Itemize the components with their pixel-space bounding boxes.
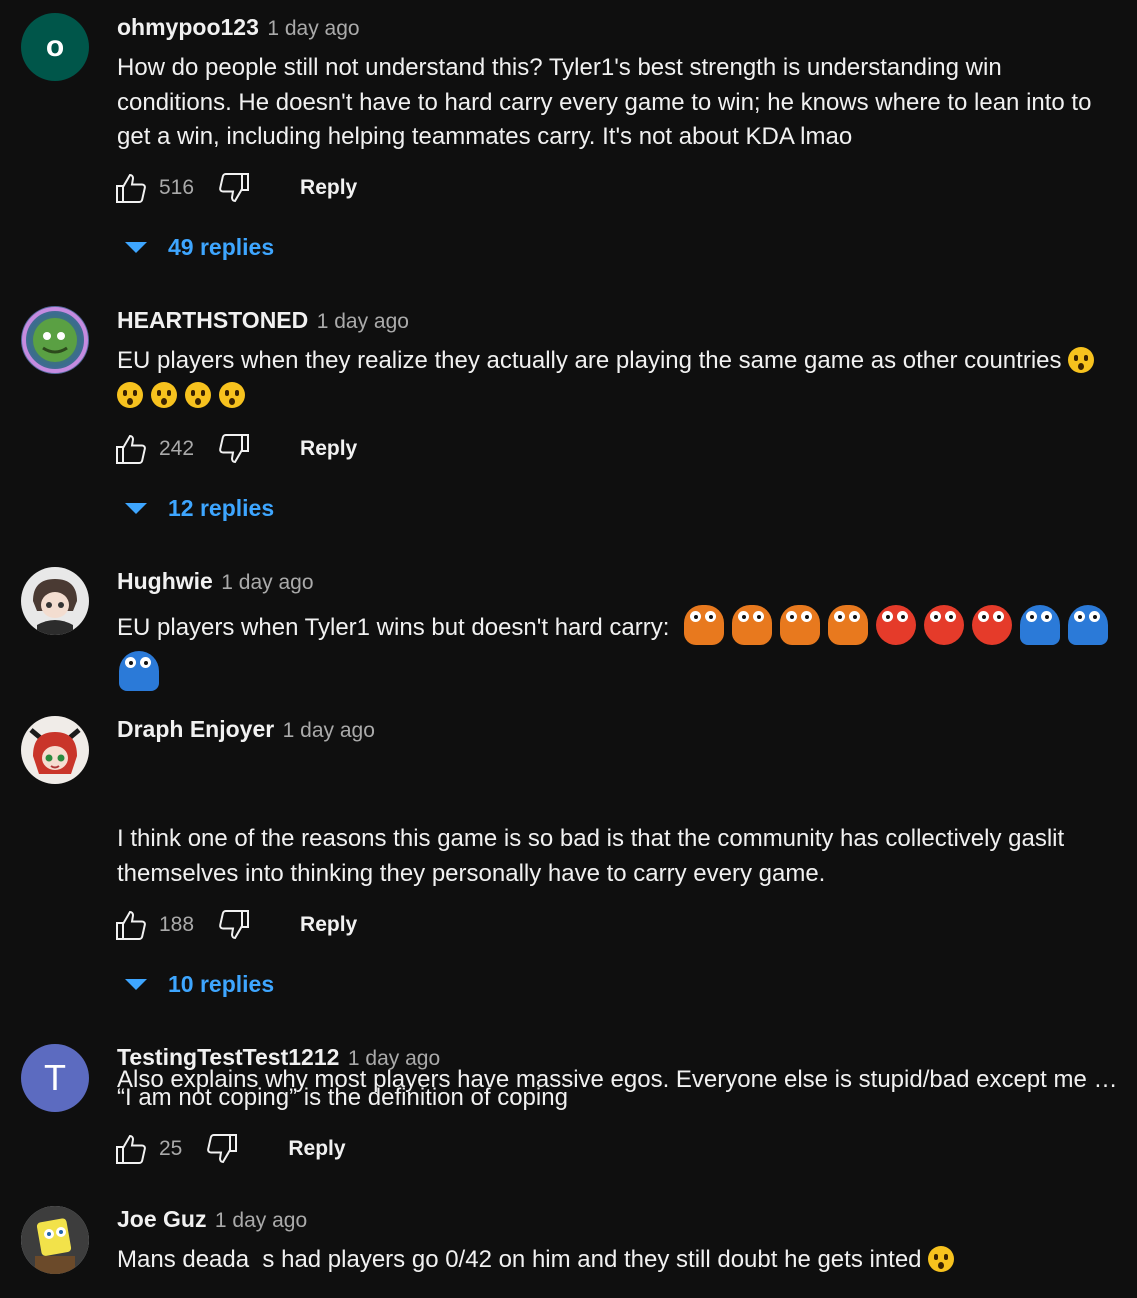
like-count: 25	[159, 1137, 183, 1160]
timestamp[interactable]: 1 day ago	[267, 17, 359, 40]
replies-count-label: 49 replies	[168, 233, 275, 260]
chevron-down-icon	[125, 502, 147, 514]
avatar-letter: o	[45, 30, 65, 63]
timestamp[interactable]: 1 day ago	[348, 1047, 440, 1070]
blue-creature-sticker-icon	[1020, 605, 1061, 645]
blue-creature-sticker-icon	[119, 651, 159, 691]
comment-header: TestingTestTest1212 1 day ago	[117, 1044, 440, 1071]
comment-text-body: Mans deada s had players go 0/42 on him …	[117, 1246, 922, 1273]
orange-shock-sticker-icon	[732, 605, 773, 645]
avatar[interactable]: T	[21, 1044, 89, 1112]
avatar[interactable]: o	[21, 13, 89, 81]
avatar[interactable]	[21, 1206, 89, 1274]
comment-header: HEARTHSTONED 1 day ago	[117, 307, 409, 334]
author-name[interactable]: Joe Guz	[117, 1206, 206, 1232]
comment-actions: 188 Reply	[113, 905, 357, 945]
replies-count-label: 12 replies	[168, 494, 275, 521]
comment-actions: 516 Reply	[113, 168, 357, 208]
reply-button[interactable]: Reply	[288, 1137, 345, 1161]
comment-text-body: EU players when they realize they actual…	[117, 347, 1062, 374]
reply-button[interactable]: Reply	[300, 437, 357, 461]
astonished-face-emoji-icon	[219, 381, 245, 408]
chevron-down-icon	[125, 978, 147, 990]
red-hair-anime-avatar-icon	[29, 728, 81, 774]
astonished-face-emoji-icon	[117, 381, 143, 408]
comment-actions: 242 Reply	[113, 429, 357, 469]
thumbs-down-icon[interactable]	[216, 431, 252, 467]
like-count: 188	[159, 913, 195, 936]
timestamp[interactable]: 1 day ago	[215, 1209, 307, 1232]
replies-count-label: 10 replies	[168, 970, 275, 997]
author-name[interactable]: Draph Enjoyer	[117, 716, 274, 742]
anime-character-avatar-icon	[33, 579, 77, 635]
comment-text-body: EU players when Tyler1 wins but doesn't …	[117, 614, 670, 641]
thumbs-up-icon[interactable]	[113, 170, 149, 206]
astonished-face-emoji-icon	[185, 381, 211, 408]
like-count: 516	[159, 176, 195, 199]
thumbs-up-icon[interactable]	[113, 431, 149, 467]
chevron-down-icon	[125, 241, 147, 253]
comment-header: Joe Guz 1 day ago	[117, 1206, 307, 1233]
red-face-sticker-icon	[924, 605, 965, 645]
hearthstoned-logo-avatar-icon	[22, 307, 88, 373]
spongebob-avatar-icon	[21, 1206, 89, 1274]
thumbs-down-icon[interactable]	[216, 907, 252, 943]
thumbs-up-icon[interactable]	[113, 1131, 149, 1167]
view-replies-button[interactable]: 10 replies	[125, 964, 274, 1004]
timestamp[interactable]: 1 day ago	[221, 571, 313, 594]
blue-creature-sticker-icon	[1068, 605, 1109, 645]
author-name[interactable]: TestingTestTest1212	[117, 1044, 339, 1070]
avatar[interactable]	[21, 306, 89, 374]
comment-text: EU players when they realize they actual…	[117, 344, 1122, 413]
orange-shock-sticker-icon	[828, 605, 869, 645]
reply-button[interactable]: Reply	[300, 176, 357, 200]
view-replies-button[interactable]: 49 replies	[125, 227, 274, 267]
comment-header: Hughwie 1 day ago	[117, 568, 314, 595]
comment-text-paragraph: I think one of the reasons this game is …	[117, 825, 1071, 887]
comment-header: Draph Enjoyer 1 day ago	[117, 716, 375, 743]
astonished-face-emoji-icon	[1068, 347, 1095, 373]
comment-text: How do people still not understand this?…	[117, 54, 1099, 150]
orange-shock-sticker-icon	[780, 605, 821, 645]
avatar[interactable]	[21, 567, 89, 635]
thumbs-up-icon[interactable]	[113, 907, 149, 943]
astonished-face-emoji-icon	[151, 381, 177, 408]
avatar-letter: T	[44, 1057, 66, 1098]
timestamp[interactable]: 1 day ago	[283, 719, 375, 742]
timestamp[interactable]: 1 day ago	[317, 310, 409, 333]
comment-text: Mans deada s had players go 0/42 on him …	[117, 1243, 1122, 1278]
orange-shock-sticker-icon	[684, 605, 725, 645]
author-name[interactable]: Hughwie	[117, 568, 213, 594]
comment-text: “I am not coping” is the definition of c…	[117, 1084, 568, 1111]
comment-text: EU players when Tyler1 wins but doesn't …	[117, 605, 1122, 697]
thumbs-down-icon[interactable]	[204, 1131, 240, 1167]
comment-header: ohmypoo123 1 day ago	[117, 14, 360, 41]
red-face-sticker-icon	[972, 605, 1013, 645]
like-count: 242	[159, 437, 195, 460]
avatar[interactable]	[21, 716, 89, 784]
author-name[interactable]: ohmypoo123	[117, 14, 259, 40]
view-replies-button[interactable]: 12 replies	[125, 488, 274, 528]
reply-button[interactable]: Reply	[300, 913, 357, 937]
tears-of-joy-emoji-icon	[928, 1246, 955, 1272]
comment-actions: 25 Reply	[113, 1129, 346, 1169]
thumbs-down-icon[interactable]	[216, 170, 252, 206]
red-face-sticker-icon	[876, 605, 917, 645]
author-name[interactable]: HEARTHSTONED	[117, 307, 308, 333]
